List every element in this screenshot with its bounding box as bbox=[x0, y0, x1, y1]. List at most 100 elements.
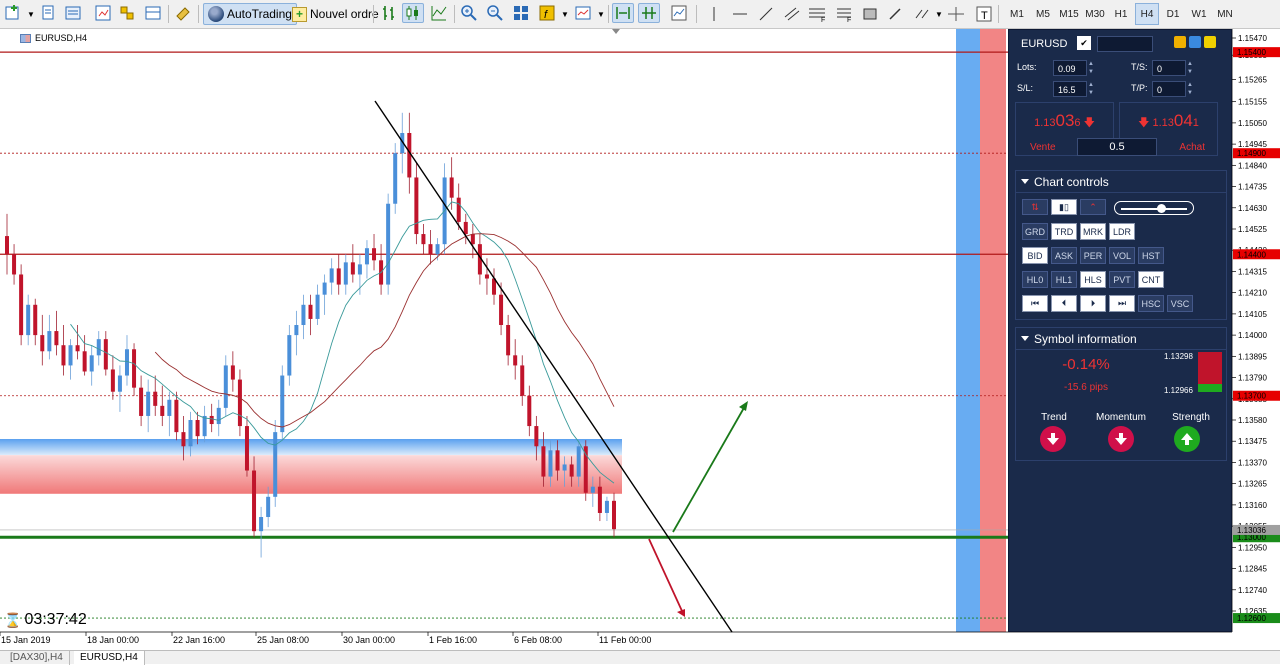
toggle-mrk[interactable]: MRK bbox=[1080, 223, 1106, 240]
text-icon[interactable]: T bbox=[974, 3, 994, 25]
toggle-ask[interactable]: ASK bbox=[1051, 247, 1077, 264]
sl-spinner[interactable]: ▲ ▼ bbox=[1087, 81, 1095, 97]
timeframe-h1[interactable]: H1 bbox=[1109, 3, 1133, 25]
timeframe-d1[interactable]: D1 bbox=[1161, 3, 1185, 25]
line-chart-icon[interactable] bbox=[428, 3, 450, 23]
toggle-vol[interactable]: VOL bbox=[1109, 247, 1135, 264]
toggle-hl1[interactable]: HL1 bbox=[1051, 271, 1077, 288]
toggle-trd[interactable]: TRD bbox=[1051, 223, 1077, 240]
indicators-icon[interactable]: f bbox=[536, 3, 558, 23]
toggle-hls[interactable]: HLS bbox=[1080, 271, 1106, 288]
toggle-hst[interactable]: HST bbox=[1138, 247, 1164, 264]
toggle-hsc[interactable]: HSC bbox=[1138, 295, 1164, 312]
candle-body bbox=[456, 197, 461, 222]
hourglass-icon: ⌛ bbox=[4, 611, 22, 628]
navigator-icon[interactable] bbox=[116, 3, 138, 23]
new-chart-icon[interactable] bbox=[2, 3, 24, 23]
symbol-search-input[interactable] bbox=[1097, 36, 1153, 52]
toggle-grd[interactable]: GRD bbox=[1022, 223, 1048, 240]
arrow-head-up-icon bbox=[739, 401, 748, 411]
sl-input[interactable]: 16.5 bbox=[1053, 81, 1087, 97]
chart-shift-icon[interactable] bbox=[638, 3, 660, 23]
symbol-info-header[interactable]: Symbol information bbox=[1016, 328, 1226, 350]
toggle-pvt[interactable]: PVT bbox=[1109, 271, 1135, 288]
candle-body bbox=[386, 203, 391, 285]
chevron-down-icon[interactable]: ✔ bbox=[1077, 36, 1091, 50]
price-tick-label: 1.13475 bbox=[1238, 437, 1267, 446]
timeframe-m15[interactable]: M15 bbox=[1057, 3, 1081, 25]
toggle-hl0[interactable]: HL0 bbox=[1022, 271, 1048, 288]
templates-icon[interactable] bbox=[572, 3, 594, 23]
ts-input[interactable]: 0 bbox=[1152, 60, 1186, 76]
chevron-down-icon[interactable]: ▼ bbox=[596, 3, 606, 25]
toggle-per[interactable]: PER bbox=[1080, 247, 1106, 264]
data-window-icon[interactable] bbox=[92, 3, 114, 23]
candle-body bbox=[449, 177, 454, 198]
timeframe-m30[interactable]: M30 bbox=[1083, 3, 1107, 25]
arrows-icon[interactable] bbox=[912, 3, 934, 25]
new-order-button[interactable]: + Nouvel ordre bbox=[287, 3, 384, 25]
lots-input[interactable]: 0.09 bbox=[1053, 60, 1087, 76]
toggle-ldr[interactable]: LDR bbox=[1109, 223, 1135, 240]
first-icon[interactable]: ⏮ bbox=[1022, 295, 1048, 312]
rectangle-icon[interactable] bbox=[860, 3, 880, 25]
fib-fan-icon[interactable]: F bbox=[834, 3, 854, 25]
timeframe-m5[interactable]: M5 bbox=[1031, 3, 1055, 25]
candle-body bbox=[604, 500, 609, 513]
tile-windows-icon[interactable] bbox=[510, 3, 532, 23]
step-forward-icon[interactable]: ⏵ bbox=[1080, 295, 1106, 312]
last-icon[interactable]: ⏭ bbox=[1109, 295, 1135, 312]
vertical-line-icon[interactable] bbox=[708, 3, 720, 25]
zoom-out-icon[interactable] bbox=[484, 3, 506, 23]
pencil-icon[interactable] bbox=[886, 3, 906, 25]
candle-body bbox=[61, 345, 66, 366]
toggle-bid[interactable]: BID bbox=[1022, 247, 1048, 264]
settings-icon[interactable] bbox=[1174, 36, 1186, 48]
zoom-in-icon[interactable] bbox=[458, 3, 480, 23]
bar-chart-icon[interactable] bbox=[378, 3, 400, 23]
timeframe-h4[interactable]: H4 bbox=[1135, 3, 1159, 25]
screenshot-icon[interactable] bbox=[668, 3, 690, 23]
fibonacci-icon[interactable]: F bbox=[806, 3, 828, 25]
strategy-tester-icon[interactable] bbox=[172, 3, 194, 23]
price-tick-label: 1.15470 bbox=[1238, 34, 1267, 43]
info-icon[interactable] bbox=[1204, 36, 1216, 48]
tp-spinner[interactable]: ▲ ▼ bbox=[1186, 81, 1194, 97]
chart-controls-header[interactable]: Chart controls bbox=[1016, 171, 1226, 193]
autotrading-button[interactable]: AutoTrading bbox=[203, 3, 297, 25]
terminal-icon[interactable] bbox=[142, 3, 164, 23]
candle-body bbox=[541, 446, 546, 477]
toggle-cnt[interactable]: CNT bbox=[1138, 271, 1164, 288]
chevron-up-icon[interactable]: ⌃ bbox=[1080, 199, 1106, 215]
toggle-vsc[interactable]: VSC bbox=[1167, 295, 1193, 312]
candle-body bbox=[33, 304, 38, 336]
ts-spinner[interactable]: ▲ ▼ bbox=[1186, 60, 1194, 76]
candlestick-icon[interactable] bbox=[402, 3, 424, 23]
chevron-down-icon[interactable]: ▼ bbox=[934, 3, 944, 25]
chevron-down-icon[interactable]: ▼ bbox=[26, 3, 36, 25]
lots-spinner[interactable]: ▲ ▼ bbox=[1087, 60, 1095, 76]
chevron-down-icon[interactable]: ▼ bbox=[560, 3, 570, 25]
trend-arrow-down-icon bbox=[1040, 426, 1066, 452]
tp-input[interactable]: 0 bbox=[1152, 81, 1186, 97]
zoom-slider[interactable] bbox=[1114, 201, 1194, 215]
candle-mode-icon[interactable]: ▮▯ bbox=[1051, 199, 1077, 215]
candle-body bbox=[576, 446, 581, 477]
timeframe-m1[interactable]: M1 bbox=[1005, 3, 1029, 25]
crosshair-icon[interactable] bbox=[946, 3, 966, 25]
trendline-icon[interactable] bbox=[756, 3, 776, 25]
timeframe-mn[interactable]: MN bbox=[1213, 3, 1237, 25]
horizontal-line-icon[interactable] bbox=[730, 3, 750, 25]
gear-icon[interactable] bbox=[1189, 36, 1201, 48]
step-back-icon[interactable]: ⏴ bbox=[1051, 295, 1077, 312]
chart-shift-marker-icon bbox=[612, 29, 620, 34]
sell-arrows-icon[interactable]: ⇅ bbox=[1022, 199, 1048, 215]
channel-icon[interactable] bbox=[782, 3, 802, 25]
auto-scroll-icon[interactable] bbox=[612, 3, 634, 23]
profiles-icon[interactable] bbox=[38, 3, 60, 23]
timeframe-w1[interactable]: W1 bbox=[1187, 3, 1211, 25]
tab-dax30[interactable]: [DAX30],H4 bbox=[4, 651, 70, 665]
candle-body bbox=[322, 282, 327, 295]
market-watch-icon[interactable] bbox=[62, 3, 84, 23]
tab-eurusd[interactable]: EURUSD,H4 bbox=[74, 651, 145, 665]
